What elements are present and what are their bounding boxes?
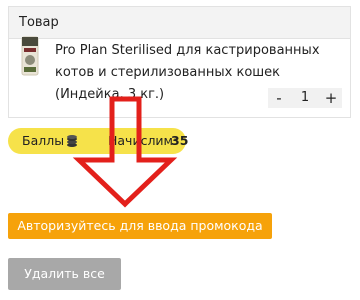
- red-down-arrow-icon: [72, 96, 178, 208]
- delete-all-button[interactable]: Удалить все: [8, 258, 121, 290]
- decrease-quantity-button[interactable]: -: [268, 88, 290, 108]
- quantity-value[interactable]: 1: [290, 88, 320, 108]
- points-label: Баллы: [22, 133, 65, 148]
- quantity-stepper: - 1 +: [268, 88, 342, 108]
- authorize-promo-button[interactable]: Авторизуйтесь для ввода промокода: [8, 213, 272, 239]
- cart-header: Товар: [9, 7, 350, 39]
- increase-quantity-button[interactable]: +: [320, 88, 342, 108]
- product-thumbnail[interactable]: [21, 36, 39, 76]
